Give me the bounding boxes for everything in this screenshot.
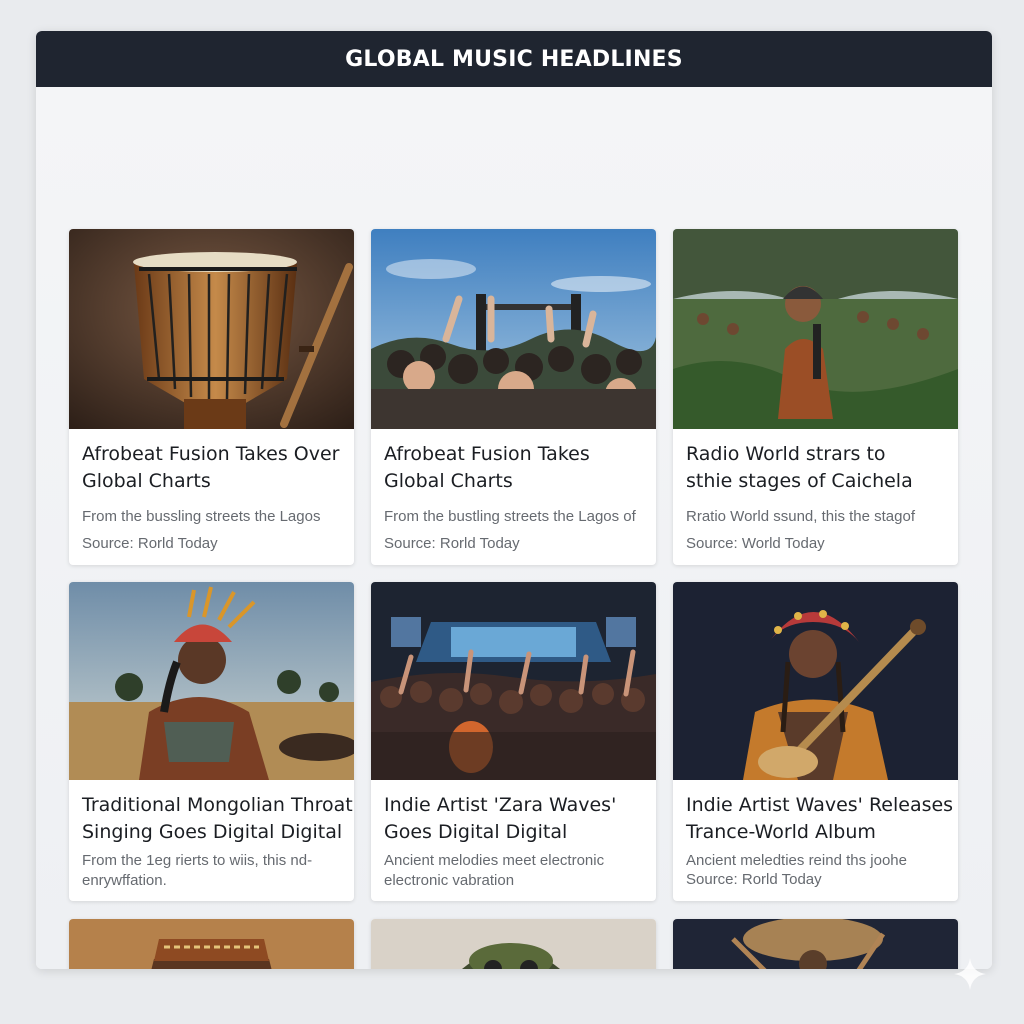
header-bar: GLOBAL MUSIC HEADLINES [36,31,992,87]
drum-icon [69,919,354,969]
card-title[interactable]: Radio World strars to [686,441,945,468]
card-image[interactable] [371,582,656,780]
festival-crowd-icon [371,229,656,429]
card-image[interactable] [69,229,354,429]
card-excerpt: From the bustling streets the Lagos of [384,508,636,525]
sparkle-icon [954,958,986,990]
card-image[interactable] [371,229,656,429]
card-excerpt: From the 1eg rierts to wiis, this nd- [82,852,313,869]
news-card[interactable]: Indie Artist Waves' Releases Trance-Worl… [673,582,958,901]
card-excerpt-line2: electronic vabration [384,872,515,889]
headdress-icon [371,919,656,969]
headline-feed[interactable]: Afrobeat Fusion Takes Over Global Charts… [36,87,992,969]
page-title: GLOBAL MUSIC HEADLINES [345,46,683,72]
instrument-icon [673,919,958,969]
card-title[interactable]: Afrobeat Fusion Takes Over [82,441,341,468]
card-title[interactable]: Indie Artist Waves' Releases [686,792,953,819]
news-card[interactable]: Radio World strars to sthie stages of Ca… [673,229,958,565]
card-excerpt: Rratio World ssund, this the stagof [686,508,915,525]
outdoor-performer-icon [673,229,958,429]
news-card[interactable]: Indie Artist 'Zara Waves' Goes Digital D… [371,582,656,901]
card-excerpt: Ancient meledties reind ths joohe [686,852,907,869]
card-title-line2[interactable]: Singing Goes Digital Digital [82,819,342,846]
card-excerpt: Ancient melodies meet electronic [384,852,605,869]
card-title-line2[interactable]: Goes Digital Digital [384,819,643,846]
card-title-line2[interactable]: Global Charts [384,468,643,495]
card-image[interactable] [371,919,656,969]
card-title[interactable]: Indie Artist 'Zara Waves' [384,792,643,819]
app-window: GLOBAL MUSIC HEADLINES Afrobeat Fusion T… [36,31,992,969]
card-image[interactable] [673,919,958,969]
card-title[interactable]: Afrobeat Fusion Takes [384,441,643,468]
concert-stage-icon [371,582,656,780]
card-excerpt-line2: enrywffation. [82,872,167,889]
card-image[interactable] [673,229,958,429]
news-card[interactable] [69,919,354,969]
card-source: Source: Rorld Today [82,535,218,552]
card-image[interactable] [673,582,958,780]
card-title-line2[interactable]: sthie stages of Caichela [686,468,945,495]
card-body: Afrobeat Fusion Takes Over Global Charts… [69,429,354,562]
djembe-drum-icon [69,229,354,429]
news-card[interactable]: Traditional Mongolian Throat Singing Goe… [69,582,354,901]
card-title-line2[interactable]: Global Charts [82,468,341,495]
card-body: Traditional Mongolian Throat Singing Goe… [69,780,354,901]
card-title[interactable]: Traditional Mongolian Throat [82,792,353,819]
card-image[interactable] [69,919,354,969]
card-source: Source: Rorld Today [384,535,520,552]
card-source: Source: World Today [686,535,825,552]
news-card[interactable]: Afrobeat Fusion Takes Global Charts From… [371,229,656,565]
card-title-line2[interactable]: Trance-World Album [686,819,945,846]
card-body: Radio World strars to sthie stages of Ca… [673,429,958,562]
guitar-player-icon [673,582,958,780]
news-card[interactable] [673,919,958,969]
card-image[interactable] [69,582,354,780]
card-body: Indie Artist 'Zara Waves' Goes Digital D… [371,780,656,901]
card-source: Source: Rorld Today [686,871,822,888]
card-body: Indie Artist Waves' Releases Trance-Worl… [673,780,958,898]
card-body: Afrobeat Fusion Takes Global Charts From… [371,429,656,562]
news-card[interactable]: Afrobeat Fusion Takes Over Global Charts… [69,229,354,565]
headdress-musician-icon [69,582,354,780]
card-excerpt: From the bussling streets the Lagos [82,508,321,525]
news-card[interactable] [371,919,656,969]
